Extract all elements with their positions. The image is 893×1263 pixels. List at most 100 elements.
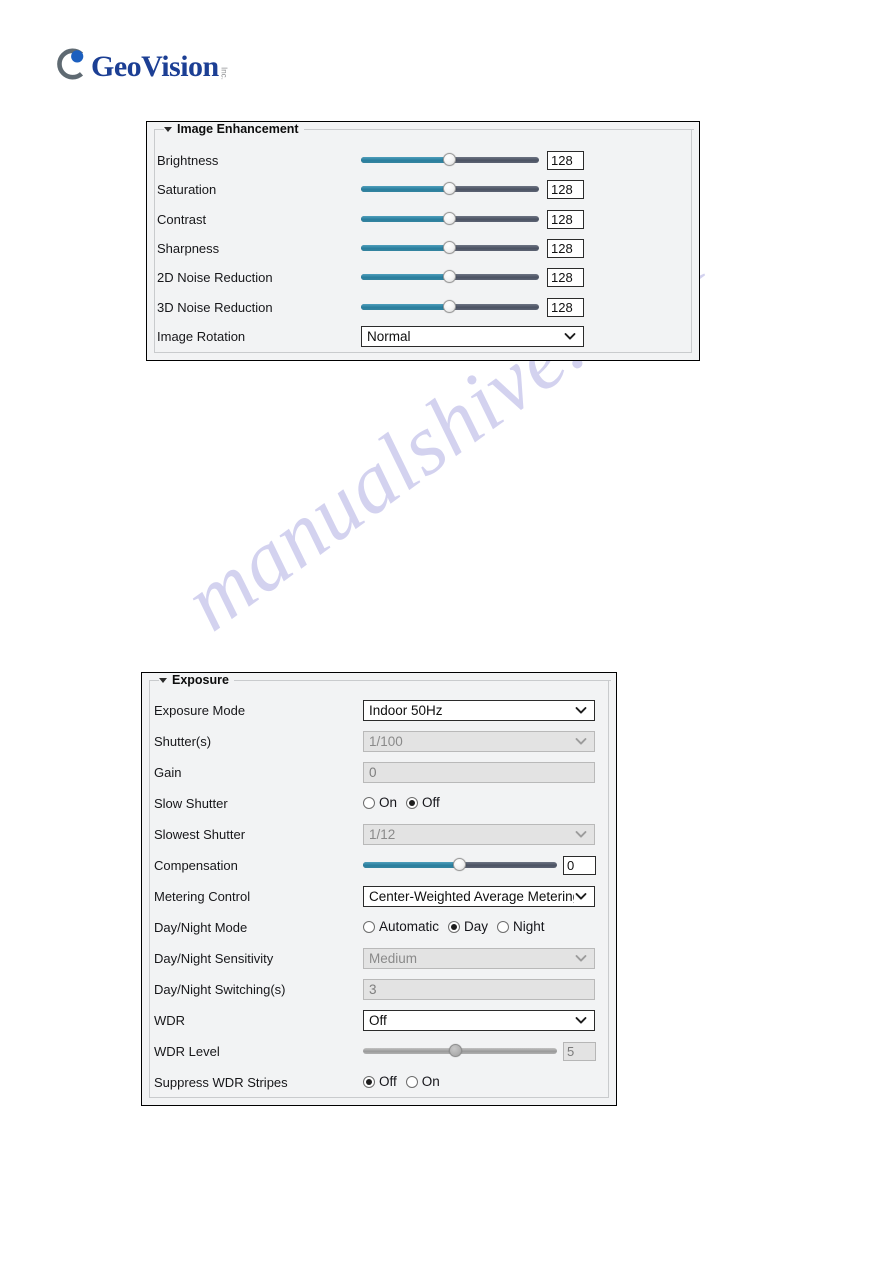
suppress-wdr-stripes-radio-group[interactable]: Off On <box>363 1075 446 1089</box>
radio-label: On <box>421 1074 440 1089</box>
saturation-value[interactable]: 128 <box>547 179 584 199</box>
row-label: Day/Night Sensitivity <box>154 950 274 966</box>
radio-label: Off <box>422 795 440 810</box>
sharpness-slider[interactable] <box>361 238 539 258</box>
day-night-option-day[interactable]: Day <box>448 920 488 934</box>
row-slow-shutter: Slow Shutter On Off <box>154 792 606 814</box>
legend-corner <box>149 680 159 681</box>
row-label: 2D Noise Reduction <box>157 269 273 285</box>
metering-control-select[interactable]: Center-Weighted Average Metering <box>363 885 595 907</box>
row-image-rotation: Image Rotation Normal <box>157 325 691 347</box>
row-label: Slow Shutter <box>154 795 228 811</box>
day-night-option-automatic[interactable]: Automatic <box>363 920 439 934</box>
row-label: Slowest Shutter <box>154 826 246 842</box>
row-label: Compensation <box>154 857 238 873</box>
row-sharpness: Sharpness 128 <box>157 237 691 259</box>
slider-fill <box>361 157 450 163</box>
suppress-wdr-option-on[interactable]: On <box>405 1074 440 1089</box>
geovision-logo: GeoVision Inc. <box>54 47 229 82</box>
saturation-slider[interactable] <box>361 179 539 199</box>
slider-knob[interactable] <box>443 241 456 254</box>
chevron-down-icon[interactable] <box>563 329 577 343</box>
radio-icon-selected[interactable] <box>363 1076 375 1088</box>
exposure-mode-value: Indoor 50Hz <box>369 702 443 718</box>
radio-icon-selected[interactable] <box>406 797 419 809</box>
sharpness-value[interactable]: 128 <box>547 238 584 258</box>
row-label: Day/Night Mode <box>154 919 248 935</box>
metering-control-value: Center-Weighted Average Metering <box>369 888 574 904</box>
row-gain: Gain 0 <box>154 761 606 783</box>
wdr-level-value: 5 <box>563 1041 596 1061</box>
brand-suffix: Inc. <box>219 67 229 80</box>
triangle-down-icon[interactable] <box>159 677 167 683</box>
slider-knob[interactable] <box>443 182 456 195</box>
contrast-value[interactable]: 128 <box>547 209 584 229</box>
row-label: Exposure Mode <box>154 702 246 718</box>
chevron-down-icon <box>574 827 588 841</box>
compensation-value[interactable]: 0 <box>563 855 596 875</box>
panel-image-enhancement-header[interactable]: Image Enhancement <box>154 122 694 137</box>
radio-icon-selected[interactable] <box>448 921 461 933</box>
3d-noise-reduction-slider[interactable] <box>361 297 539 317</box>
slow-shutter-option-off[interactable]: Off <box>406 796 440 810</box>
row-wdr-level: WDR Level 5 <box>154 1040 606 1062</box>
3d-noise-reduction-value[interactable]: 128 <box>547 297 584 317</box>
row-exposure-mode: Exposure Mode Indoor 50Hz <box>154 699 606 721</box>
row-shutter: Shutter(s) 1/100 <box>154 730 606 752</box>
slow-shutter-radio-group[interactable]: On Off <box>363 796 446 810</box>
slowest-shutter-value: 1/12 <box>369 826 396 842</box>
row-label: Saturation <box>157 181 217 197</box>
brightness-value[interactable]: 128 <box>547 150 584 170</box>
panel-exposure: Exposure Exposure Mode Indoor 50Hz Shutt… <box>141 672 617 1106</box>
slider-fill <box>361 304 450 310</box>
row-slowest-shutter: Slowest Shutter 1/12 <box>154 823 606 845</box>
slider-knob[interactable] <box>443 270 456 283</box>
radio-icon[interactable] <box>405 1076 418 1088</box>
row-contrast: Contrast 128 <box>157 208 691 230</box>
day-night-mode-radio-group[interactable]: Automatic Day Night <box>363 920 551 934</box>
wdr-level-slider <box>363 1041 557 1061</box>
legend-rule <box>233 680 611 681</box>
row-day-night-switching: Day/Night Switching(s) 3 <box>154 978 606 1000</box>
slider-knob[interactable] <box>443 300 456 313</box>
row-label: Metering Control <box>154 888 251 904</box>
row-wdr: WDR Off <box>154 1009 606 1031</box>
panel-title: Image Enhancement <box>177 123 304 136</box>
panel-title: Exposure <box>172 674 234 687</box>
row-label: Contrast <box>157 211 207 227</box>
row-label: Image Rotation <box>157 328 246 344</box>
slider-fill <box>363 862 460 868</box>
suppress-wdr-option-off[interactable]: Off <box>363 1075 397 1089</box>
day-night-sensitivity-select: Medium <box>363 947 595 969</box>
chevron-down-icon[interactable] <box>574 1013 588 1027</box>
row-compensation: Compensation 0 <box>154 854 606 876</box>
radio-icon[interactable] <box>363 797 375 809</box>
slider-knob[interactable] <box>443 153 456 166</box>
radio-icon[interactable] <box>363 921 375 933</box>
triangle-down-icon[interactable] <box>164 126 172 132</box>
image-rotation-select[interactable]: Normal <box>361 325 584 347</box>
radio-icon[interactable] <box>497 921 510 933</box>
chevron-down-icon <box>574 951 588 965</box>
row-label: Gain <box>154 764 182 780</box>
exposure-mode-select[interactable]: Indoor 50Hz <box>363 699 595 721</box>
contrast-slider[interactable] <box>361 209 539 229</box>
row-label: Suppress WDR Stripes <box>154 1074 288 1090</box>
chevron-down-icon <box>574 734 588 748</box>
row-day-night-sensitivity: Day/Night Sensitivity Medium <box>154 947 606 969</box>
day-night-option-night[interactable]: Night <box>497 920 545 934</box>
slow-shutter-option-on[interactable]: On <box>363 796 397 810</box>
shutter-select: 1/100 <box>363 730 595 752</box>
chevron-down-icon[interactable] <box>574 703 588 717</box>
slider-knob[interactable] <box>443 212 456 225</box>
day-night-switching-field: 3 <box>363 978 595 1000</box>
2d-noise-reduction-value[interactable]: 128 <box>547 267 584 287</box>
brightness-slider[interactable] <box>361 150 539 170</box>
panel-exposure-header[interactable]: Exposure <box>149 673 611 688</box>
compensation-slider[interactable] <box>363 855 557 875</box>
chevron-down-icon[interactable] <box>574 889 588 903</box>
slider-fill <box>361 245 450 251</box>
wdr-select[interactable]: Off <box>363 1009 595 1031</box>
2d-noise-reduction-slider[interactable] <box>361 267 539 287</box>
slider-knob[interactable] <box>453 858 466 871</box>
